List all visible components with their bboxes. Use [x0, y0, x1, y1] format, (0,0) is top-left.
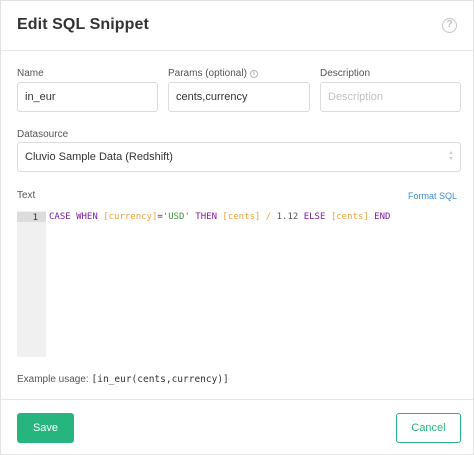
description-label: Description	[320, 68, 371, 79]
code-token-5: [cents]	[222, 212, 261, 222]
datasource-label: Datasource	[17, 129, 69, 140]
format-sql-link[interactable]: Format SQL	[408, 191, 457, 201]
code-token-7: 1.12	[276, 212, 299, 222]
name-input[interactable]	[17, 82, 158, 112]
code-token-8: ELSE	[298, 212, 331, 222]
description-input[interactable]	[320, 82, 461, 112]
code-token-9: [cents]	[330, 212, 369, 222]
code-token-6: /	[260, 212, 277, 222]
code-token-1: [currency]	[103, 212, 158, 222]
code-token-10: END	[368, 212, 391, 222]
dialog-header: Edit SQL Snippet ?	[1, 1, 473, 51]
line-number: 1	[32, 213, 38, 223]
params-label-text: Params (optional)	[168, 68, 247, 79]
datasource-select[interactable]: Cluvio Sample Data (Redshift)	[17, 142, 461, 172]
select-arrows-icon	[448, 151, 455, 163]
editor-gutter: 1	[17, 211, 46, 357]
code-token-3: 'USD'	[162, 212, 190, 222]
params-input[interactable]	[168, 82, 310, 112]
params-label: Params (optional) i	[168, 68, 258, 79]
code-token-0: CASE WHEN	[49, 212, 104, 222]
example-usage-code: [in_eur(cents,currency)]	[91, 374, 229, 385]
info-icon[interactable]: i	[249, 70, 258, 78]
help-icon[interactable]: ?	[442, 18, 457, 33]
text-label: Text	[17, 190, 36, 201]
example-usage-label: Example usage:	[17, 374, 89, 385]
code-token-4: THEN	[189, 212, 223, 222]
save-button[interactable]: Save	[17, 413, 74, 443]
name-label: Name	[17, 68, 44, 79]
cancel-button[interactable]: Cancel	[396, 413, 461, 443]
code-line[interactable]: CASE WHEN [currency]='USD' THEN [cents] …	[49, 211, 390, 223]
active-line-highlight: 1	[17, 212, 46, 223]
datasource-selected-value: Cluvio Sample Data (Redshift)	[25, 151, 173, 163]
sql-editor[interactable]: 1 CASE WHEN [currency]='USD' THEN [cents…	[17, 211, 461, 357]
example-usage: Example usage: [in_eur(cents,currency)]	[17, 374, 229, 385]
dialog-footer	[1, 399, 473, 400]
dialog-title: Edit SQL Snippet	[17, 16, 149, 33]
edit-snippet-dialog: Edit SQL Snippet ? Name Params (optional…	[0, 0, 474, 455]
